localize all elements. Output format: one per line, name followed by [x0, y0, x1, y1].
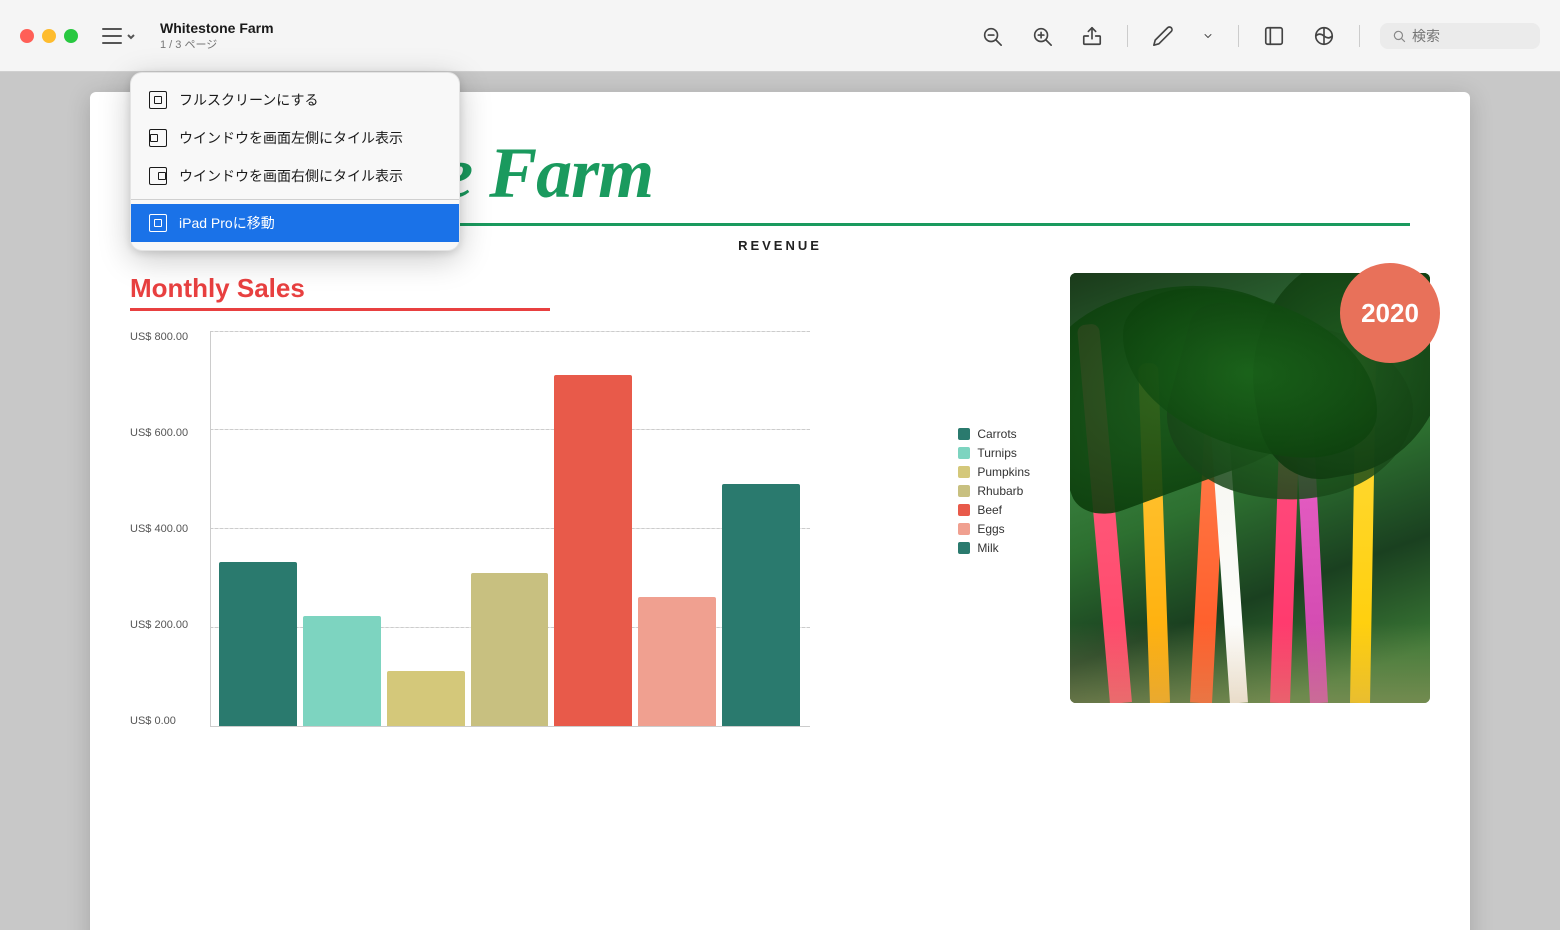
zoom-in-icon [1031, 25, 1053, 47]
markup-button[interactable] [1309, 21, 1339, 51]
close-button[interactable] [20, 29, 34, 43]
legend-swatch-turnips [958, 447, 970, 459]
legend-swatch-beef [958, 504, 970, 516]
annotate-dropdown-button[interactable] [1198, 26, 1218, 46]
legend-item-milk: Milk [958, 541, 1030, 555]
zoom-in-button[interactable] [1027, 21, 1057, 51]
title-block: Whitestone Farm 1 / 3 ページ [160, 20, 274, 52]
tile-right-icon-inner [158, 172, 166, 180]
sidebar-icon [102, 28, 122, 44]
toolbar-divider3 [1359, 25, 1360, 47]
legend-item-carrots: Carrots [958, 427, 1030, 441]
tile-left-icon [149, 129, 167, 147]
image-section: 2020 [1070, 273, 1430, 703]
share-icon [1081, 25, 1103, 47]
chart-bars [210, 331, 810, 727]
chevron-down-icon [126, 31, 136, 41]
menu-item-fullscreen[interactable]: フルスクリーンにする [131, 81, 459, 119]
window-controls [20, 29, 78, 43]
legend-swatch-pumpkins [958, 466, 970, 478]
chart-bar-beef [554, 375, 632, 726]
chart-bar-eggs [638, 597, 716, 726]
menu-item-tile-left[interactable]: ウインドウを画面左側にタイル表示 [131, 119, 459, 157]
toolbar-divider [1127, 25, 1128, 47]
legend-label-eggs: Eggs [977, 522, 1004, 536]
content-body: Monthly Sales US$ 800.00 US$ 600.00 [90, 273, 1470, 751]
legend-item-rhubarb: Rhubarb [958, 484, 1030, 498]
legend-label-pumpkins: Pumpkins [977, 465, 1030, 479]
legend-swatch-eggs [958, 523, 970, 535]
chart-bar-milk [722, 484, 800, 726]
y-label-800: US$ 800.00 [130, 331, 188, 343]
y-label-400: US$ 400.00 [130, 523, 188, 535]
menu-item-tile-right-label: ウインドウを画面右側にタイル表示 [179, 166, 403, 186]
legend-label-carrots: Carrots [977, 427, 1016, 441]
zoom-out-icon [981, 25, 1003, 47]
document-title: Whitestone Farm [160, 20, 274, 36]
chart-bar-turnips [303, 616, 381, 725]
legend-swatch-carrots [958, 428, 970, 440]
markup-icon [1313, 25, 1335, 47]
search-icon [1392, 29, 1406, 43]
menu-item-tile-left-label: ウインドウを画面左側にタイル表示 [179, 128, 403, 148]
ipad-icon [149, 214, 167, 232]
menu-item-ipad[interactable]: iPad Proに移動 [131, 204, 459, 242]
legend-swatch-milk [958, 542, 970, 554]
legend-item-beef: Beef [958, 503, 1030, 517]
pencil-icon [1152, 25, 1174, 47]
minimize-button[interactable] [42, 29, 56, 43]
chevron-down-icon [1202, 30, 1214, 42]
menu-divider [131, 199, 459, 200]
thumbnails-icon [1263, 25, 1285, 47]
chart-bar-carrots [219, 562, 297, 726]
legend-label-rhubarb: Rhubarb [977, 484, 1023, 498]
legend-item-turnips: Turnips [958, 446, 1030, 460]
y-label-600: US$ 600.00 [130, 427, 188, 439]
sidebar-toggle-button[interactable] [94, 24, 144, 48]
ipad-icon-inner [154, 219, 162, 227]
legend-label-milk: Milk [977, 541, 998, 555]
chart-title-underline [130, 308, 550, 311]
legend-label-turnips: Turnips [977, 446, 1017, 460]
titlebar: Whitestone Farm 1 / 3 ページ [0, 0, 1560, 72]
chart-bar-pumpkins [387, 671, 465, 726]
menu-item-fullscreen-label: フルスクリーンにする [179, 90, 318, 110]
legend-swatch-rhubarb [958, 485, 970, 497]
menu-item-ipad-label: iPad Proに移動 [179, 213, 275, 233]
tile-left-icon-inner [150, 134, 158, 142]
tile-right-icon [149, 167, 167, 185]
y-label-200: US$ 200.00 [130, 619, 188, 631]
zoom-out-button[interactable] [977, 21, 1007, 51]
year-badge: 2020 [1340, 263, 1440, 363]
chart-legend: Carrots Turnips Pumpkins Rhubarb Beef Eggs Mil… [958, 427, 1030, 555]
toolbar-actions [977, 21, 1540, 51]
chart-section: Monthly Sales US$ 800.00 US$ 600.00 [130, 273, 1030, 751]
chart-bar-rhubarb [471, 573, 549, 725]
annotate-button[interactable] [1148, 21, 1178, 51]
legend-item-pumpkins: Pumpkins [958, 465, 1030, 479]
search-box[interactable] [1380, 23, 1540, 49]
thumbnails-button[interactable] [1259, 21, 1289, 51]
dropdown-menu: フルスクリーンにする ウインドウを画面左側にタイル表示 ウインドウを画面右側にタ… [130, 72, 460, 251]
legend-item-eggs: Eggs [958, 522, 1030, 536]
toolbar-divider2 [1238, 25, 1239, 47]
fullscreen-icon-inner [154, 96, 162, 104]
page-indicator: 1 / 3 ページ [160, 36, 217, 52]
chart-title: Monthly Sales [130, 273, 1030, 304]
legend-label-beef: Beef [977, 503, 1002, 517]
menu-item-tile-right[interactable]: ウインドウを画面右側にタイル表示 [131, 157, 459, 195]
chart-container: US$ 800.00 US$ 600.00 US$ 400.00 US$ 200… [130, 331, 830, 751]
fullscreen-icon [149, 91, 167, 109]
chart-y-labels: US$ 800.00 US$ 600.00 US$ 400.00 US$ 200… [130, 331, 188, 751]
share-button[interactable] [1077, 21, 1107, 51]
maximize-button[interactable] [64, 29, 78, 43]
y-label-0: US$ 0.00 [130, 715, 188, 727]
search-input[interactable] [1412, 28, 1512, 44]
